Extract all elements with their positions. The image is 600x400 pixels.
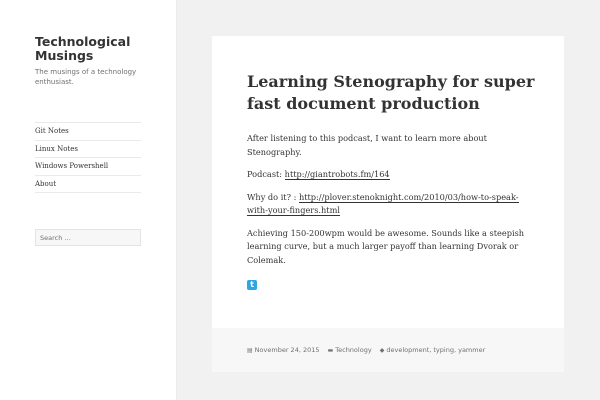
post-article: Learning Stenography for super fast docu… [212, 36, 564, 372]
main-navigation: Git Notes Linux Notes Windows Powershell… [35, 122, 141, 193]
post-paragraph-why: Why do it? : http://plover.stenoknight.c… [247, 191, 529, 218]
post-paragraph-intro: After listening to this podcast, I want … [247, 133, 487, 157]
twitter-share-icon[interactable]: t [247, 280, 257, 290]
post-date: ▤ November 24, 2015 [247, 346, 320, 354]
nav-item-windows-powershell[interactable]: Windows Powershell [35, 158, 141, 176]
calendar-icon: ▤ [247, 347, 253, 354]
site-description: The musings of a technology enthusiast. [35, 68, 137, 86]
post-paragraph-goal: Achieving 150-200wpm would be awesome. S… [247, 227, 525, 265]
sidebar: Technological Musings The musings of a t… [0, 0, 176, 400]
post-content: After listening to this podcast, I want … [247, 132, 529, 276]
post-category-text[interactable]: Technology [335, 346, 371, 354]
folder-icon: ▬ [327, 347, 334, 354]
podcast-link[interactable]: http://giantrobots.fm/164 [284, 169, 390, 180]
why-label: Why do it? : [247, 191, 299, 202]
post-footer: ▤ November 24, 2015 ▬ Technology ◆ developm… [212, 328, 564, 372]
post-tags-text[interactable]: development, typing, yammer [386, 346, 485, 354]
nav-item-about[interactable]: About [35, 176, 141, 193]
nav-item-linux-notes[interactable]: Linux Notes [35, 141, 141, 158]
podcast-label: Podcast: [247, 169, 285, 179]
post-title: Learning Stenography for super fast docu… [247, 72, 535, 113]
post-tags: ◆ development, typing, yammer [380, 346, 486, 354]
post-date-text[interactable]: November 24, 2015 [255, 346, 320, 354]
site-title[interactable]: Technological Musings [35, 35, 155, 63]
post-category: ▬ Technology [328, 346, 372, 354]
search-input[interactable] [35, 229, 141, 246]
nav-item-git-notes[interactable]: Git Notes [35, 123, 141, 141]
post-paragraph-podcast: Podcast: http://giantrobots.fm/164 [247, 168, 529, 182]
tag-icon: ◆ [379, 347, 385, 354]
